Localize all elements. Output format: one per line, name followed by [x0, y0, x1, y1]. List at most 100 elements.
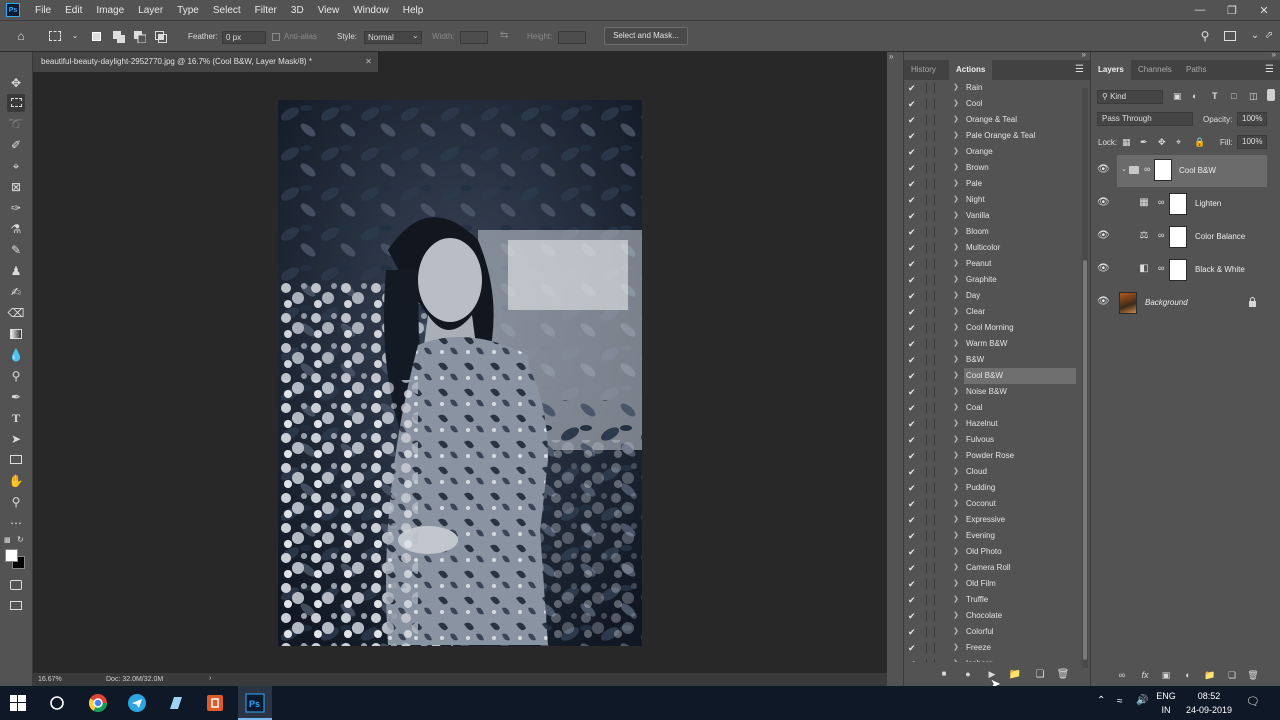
panel-menu-icon[interactable]: ☰ [1075, 64, 1084, 75]
chevron-down-icon[interactable]: ⌄ [1121, 165, 1127, 173]
action-row[interactable]: ✔ ❯ Rain [904, 80, 1080, 96]
windows-start-icon[interactable] [6, 691, 30, 715]
gradient-tool-icon[interactable] [7, 325, 25, 343]
chevron-right-icon[interactable]: ❯ [953, 657, 959, 662]
dialog-toggle-box[interactable] [926, 195, 935, 205]
stop-icon[interactable]: ■ [937, 669, 951, 678]
menu-select[interactable]: Select [206, 5, 248, 16]
action-row[interactable]: ✔ ❯ Brown [904, 160, 1080, 176]
clone-stamp-tool-icon[interactable]: ♟ [7, 262, 25, 280]
zoom-tool-icon[interactable]: ⚲ [7, 493, 25, 511]
checkmark-icon[interactable]: ✔ [908, 385, 918, 399]
dialog-toggle-box[interactable] [926, 563, 935, 573]
history-brush-tool-icon[interactable]: ✍ [7, 283, 25, 301]
dialog-toggle-box[interactable] [926, 643, 935, 653]
action-name[interactable]: Pale Orange & Teal [964, 128, 1076, 144]
actions-scroll-thumb[interactable] [1083, 260, 1087, 660]
action-row[interactable]: ✔ ❯ Peanut [904, 256, 1080, 272]
checkmark-icon[interactable]: ✔ [908, 257, 918, 271]
action-row[interactable]: ✔ ❯ Old Photo [904, 544, 1080, 560]
chrome-icon[interactable] [86, 691, 110, 715]
action-name[interactable]: Truffle [964, 592, 1076, 608]
action-row[interactable]: ✔ ❯ Orange & Teal [904, 112, 1080, 128]
chevron-right-icon[interactable]: ❯ [953, 625, 959, 639]
checkmark-icon[interactable]: ✔ [908, 97, 918, 111]
dialog-toggle-box[interactable] [926, 291, 935, 301]
checkmark-icon[interactable]: ✔ [908, 81, 918, 95]
dialog-toggle-box[interactable] [926, 211, 935, 221]
dialog-toggle-box[interactable] [926, 115, 935, 125]
chevron-down-icon[interactable]: ⌄ [1248, 29, 1262, 43]
restore-icon[interactable]: ❐ [1216, 0, 1248, 20]
action-name[interactable]: Pale [964, 176, 1076, 192]
new-group-icon[interactable]: 📁 [1203, 670, 1217, 681]
layer-name[interactable]: Background [1145, 287, 1188, 319]
telegram-icon[interactable] [125, 691, 149, 715]
action-row[interactable]: ✔ ❯ Pale Orange & Teal [904, 128, 1080, 144]
checkmark-icon[interactable]: ✔ [908, 481, 918, 495]
dialog-toggle-box[interactable] [926, 579, 935, 589]
dialog-toggle-box[interactable] [926, 83, 935, 93]
chevron-right-icon[interactable]: ❯ [953, 305, 959, 319]
panel-menu-icon[interactable]: ☰ [1265, 64, 1274, 75]
action-name[interactable]: Orange & Teal [964, 112, 1076, 128]
action-name[interactable]: Brown [964, 160, 1076, 176]
opacity-input[interactable]: 100% [1237, 112, 1267, 126]
photoshop-logo[interactable]: Ps [6, 3, 20, 17]
share-icon[interactable]: ⬀ [1262, 29, 1276, 43]
visibility-eye-icon[interactable]: 👁 [1097, 296, 1111, 307]
action-name[interactable]: Fulvous [964, 432, 1076, 448]
action-row[interactable]: ✔ ❯ Truffle [904, 592, 1080, 608]
action-name[interactable]: Hazelnut [964, 416, 1076, 432]
type-tool-icon[interactable]: T [7, 409, 25, 427]
pen-tool-icon[interactable]: ✒ [7, 388, 25, 406]
checkmark-icon[interactable]: ✔ [908, 417, 918, 431]
action-row[interactable]: ✔ ❯ Hazelnut [904, 416, 1080, 432]
chevron-right-icon[interactable]: ❯ [953, 161, 959, 175]
crop-tool-icon[interactable]: ⌖ [7, 157, 25, 175]
delete-icon[interactable]: 🗑 [1246, 670, 1260, 681]
adjustment-layer-icon[interactable]: ◐ [1181, 670, 1195, 680]
action-name[interactable]: Day [964, 288, 1076, 304]
checkmark-icon[interactable]: ✔ [908, 273, 918, 287]
action-name[interactable]: Cloud [964, 464, 1076, 480]
chevron-right-icon[interactable]: ❯ [953, 129, 959, 143]
checkmark-icon[interactable]: ✔ [908, 113, 918, 127]
menu-3d[interactable]: 3D [284, 5, 311, 16]
action-name[interactable]: Pudding [964, 480, 1076, 496]
checkmark-icon[interactable]: ✔ [908, 433, 918, 447]
lock-image-icon[interactable]: ✒ [1140, 137, 1148, 148]
menu-type[interactable]: Type [170, 5, 206, 16]
add-selection-icon[interactable] [113, 31, 125, 43]
action-name[interactable]: Colorful [964, 624, 1076, 640]
lock-all-icon[interactable]: 🔒 [1194, 137, 1205, 148]
checkmark-icon[interactable]: ✔ [908, 529, 918, 543]
chevron-right-icon[interactable]: ❯ [953, 561, 959, 575]
chevron-up-icon[interactable]: ⌃ [1097, 695, 1105, 706]
eyedropper-tool-icon[interactable]: ✑ [7, 199, 25, 217]
chevron-right-icon[interactable]: ❯ [953, 497, 959, 511]
tab-layers[interactable]: Layers [1091, 60, 1131, 80]
action-row[interactable]: ✔ ❯ Vanilla [904, 208, 1080, 224]
action-row[interactable]: ✔ ❯ Multicolor [904, 240, 1080, 256]
layer-row[interactable]: 👁 ⚖ ∞ Color Balance [1091, 221, 1267, 253]
action-row[interactable]: ✔ ❯ Chocolate [904, 608, 1080, 624]
zoom-level[interactable]: 16.67% [38, 676, 62, 683]
menu-image[interactable]: Image [89, 5, 131, 16]
menu-view[interactable]: View [311, 5, 347, 16]
dialog-toggle-box[interactable] [926, 99, 935, 109]
presentation-app-icon[interactable] [203, 691, 227, 715]
checkmark-icon[interactable]: ✔ [908, 289, 918, 303]
dialog-toggle-box[interactable] [926, 371, 935, 381]
width-input[interactable] [460, 31, 488, 44]
hand-tool-icon[interactable]: ✋ [7, 472, 25, 490]
checkmark-icon[interactable]: ✔ [908, 353, 918, 367]
layer-filter-select[interactable]: ⚲ Kind [1097, 90, 1163, 104]
chevron-right-icon[interactable]: ❯ [953, 369, 959, 383]
chevron-right-icon[interactable]: › [209, 675, 211, 682]
filter-smart-object-icon[interactable]: ◫ [1249, 91, 1258, 102]
action-row[interactable]: ✔ ❯ Coal [904, 400, 1080, 416]
checkmark-icon[interactable]: ✔ [908, 449, 918, 463]
checkmark-icon[interactable]: ✔ [908, 497, 918, 511]
dialog-toggle-box[interactable] [926, 451, 935, 461]
